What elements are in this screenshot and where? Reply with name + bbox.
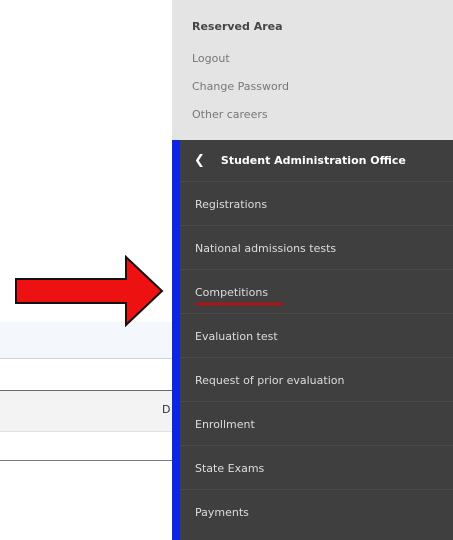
menu-item-label: State Exams <box>195 461 265 475</box>
menu-item-request-of-prior-evaluation[interactable]: Request of prior evaluation <box>180 357 453 402</box>
reserved-area-section: Reserved Area Logout Change Password Oth… <box>172 0 453 140</box>
menu-item-label: National admissions tests <box>195 241 337 255</box>
competitions-highlight-underline <box>195 303 283 305</box>
background-input-field[interactable] <box>0 322 172 359</box>
active-accent-bar <box>172 140 180 540</box>
menu-item-national-admissions-tests[interactable]: National admissions tests <box>180 225 453 270</box>
background-table-header-text: D <box>162 403 171 416</box>
menu-item-competitions[interactable]: Competitions <box>180 269 453 314</box>
menu-item-state-exams[interactable]: State Exams <box>180 445 453 490</box>
menu-item-label: Payments <box>195 505 249 519</box>
background-table-header <box>0 390 172 432</box>
menu-item-label: Competitions <box>195 285 269 299</box>
chevron-left-icon[interactable]: ❮ <box>194 153 205 168</box>
red-arrow-annotation <box>15 255 164 327</box>
office-menu: ❮ Student Administration Office Registra… <box>180 140 453 540</box>
menu-item-label: Enrollment <box>195 417 255 431</box>
logout-link[interactable]: Logout <box>192 52 230 65</box>
office-menu-title: Student Administration Office <box>220 153 406 167</box>
change-password-link[interactable]: Change Password <box>192 80 289 93</box>
other-careers-link[interactable]: Other careers <box>192 108 268 121</box>
side-menu: Reserved Area Logout Change Password Oth… <box>172 0 453 540</box>
menu-item-registrations[interactable]: Registrations <box>180 181 453 226</box>
menu-item-label: Evaluation test <box>195 329 278 343</box>
menu-item-payments[interactable]: Payments <box>180 489 453 534</box>
menu-item-evaluation-test[interactable]: Evaluation test <box>180 313 453 358</box>
reserved-area-title: Reserved Area <box>192 20 283 33</box>
office-menu-header[interactable]: ❮ Student Administration Office <box>180 140 453 180</box>
menu-item-enrollment[interactable]: Enrollment <box>180 401 453 446</box>
menu-item-label: Registrations <box>195 197 268 211</box>
background-table-row-line <box>0 460 172 461</box>
menu-item-label: Request of prior evaluation <box>195 373 345 387</box>
